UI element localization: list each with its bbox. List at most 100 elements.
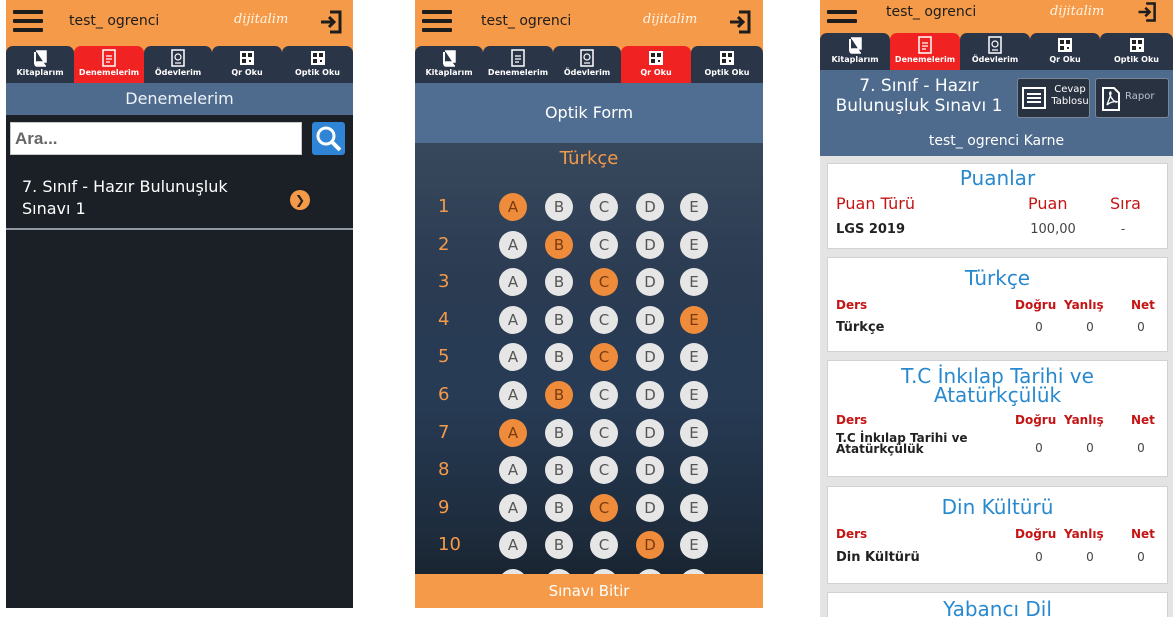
answer-bubble-c[interactable]: C: [590, 381, 618, 409]
answer-bubble-e[interactable]: E: [680, 418, 708, 447]
answer-bubble-a[interactable]: A: [499, 305, 527, 334]
tab-kitaplarim[interactable]: Kitaplarım: [415, 46, 483, 83]
answer-bubble-e[interactable]: E: [680, 193, 708, 221]
dogru-value: 0: [1035, 320, 1043, 334]
karne-screen: test_ ogrenci dijitalim Kitaplarım Denem…: [820, 0, 1173, 617]
answer-bubble-d[interactable]: D: [636, 193, 664, 221]
answer-bubble-e[interactable]: E: [680, 268, 708, 297]
answer-bubble-d[interactable]: D: [636, 305, 664, 334]
answer-bubble-e[interactable]: E: [680, 493, 708, 522]
optic-icon: [719, 49, 735, 67]
answer-bubble-b[interactable]: B: [545, 381, 573, 409]
answer-bubble-c[interactable]: C: [590, 343, 618, 372]
question-number: 8: [438, 459, 450, 481]
tab-optik-oku[interactable]: Optik Oku: [282, 46, 353, 83]
answer-bubble-e[interactable]: E: [680, 531, 708, 560]
answer-bubble-c[interactable]: C: [590, 193, 618, 221]
tab-label: Ödevlerim: [563, 68, 611, 77]
answer-bubble-c[interactable]: C: [590, 230, 618, 259]
answer-bubble-d[interactable]: D: [636, 343, 664, 372]
logout-icon[interactable]: [1136, 1, 1158, 23]
answer-bubble-c[interactable]: C: [590, 493, 618, 522]
pdf-icon: [1102, 87, 1120, 111]
answer-bubble-d[interactable]: D: [636, 268, 664, 297]
tab-qr-oku[interactable]: Qr Oku: [621, 46, 691, 83]
answer-bubble-d[interactable]: D: [636, 381, 664, 409]
answer-bubble-b[interactable]: B: [545, 418, 573, 447]
net-header: Net: [1131, 298, 1155, 312]
answer-bubble-b[interactable]: B: [545, 230, 573, 259]
answer-bubble-c[interactable]: C: [590, 305, 618, 334]
question-number: 6: [438, 384, 450, 405]
logout-icon[interactable]: [727, 9, 753, 35]
answer-bubble-a[interactable]: A: [499, 531, 527, 560]
answer-bubble-a[interactable]: A: [499, 456, 527, 485]
subject-card-din: Din Kültürü Ders Doğru Yanlış Net Din Kü…: [827, 486, 1168, 584]
tab-denemelerim[interactable]: Denemelerim: [483, 46, 553, 83]
answer-bubble-d[interactable]: D: [636, 230, 664, 259]
tab-denemelerim[interactable]: Denemelerim: [74, 46, 144, 83]
answer-bubble-a[interactable]: A: [499, 493, 527, 522]
tab-denemelerim[interactable]: Denemelerim: [890, 33, 960, 70]
homework-icon: [170, 49, 186, 67]
answer-bubble-d[interactable]: D: [636, 456, 664, 485]
menu-icon[interactable]: [422, 10, 452, 34]
answer-bubble-a[interactable]: A: [499, 381, 527, 409]
answer-bubble-e[interactable]: E: [680, 381, 708, 409]
answer-key-button[interactable]: Cevap Tablosu: [1017, 78, 1090, 118]
question-row: 7 ABCDE: [415, 418, 763, 455]
answer-bubble-d[interactable]: D: [636, 531, 664, 560]
answer-bubble-a[interactable]: A: [499, 230, 527, 259]
score-header: Puan: [1028, 194, 1068, 213]
answer-bubble-e[interactable]: E: [680, 305, 708, 334]
answer-bubble-a[interactable]: A: [499, 193, 527, 221]
answer-bubble-d[interactable]: D: [636, 418, 664, 447]
answer-bubble-b[interactable]: B: [545, 531, 573, 560]
finish-exam-button[interactable]: Sınavı Bitir: [415, 574, 763, 608]
answer-bubble-b[interactable]: B: [545, 343, 573, 372]
tab-qr-oku[interactable]: Qr Oku: [1030, 33, 1100, 70]
chevron-right-icon[interactable]: ❯: [290, 190, 310, 210]
search-input[interactable]: Ara...: [10, 122, 302, 155]
answer-bubble-c[interactable]: C: [590, 268, 618, 297]
tab-label: Qr Oku: [640, 68, 672, 77]
question-number: 9: [438, 496, 450, 518]
answer-bubble-b[interactable]: B: [545, 493, 573, 522]
tab-odevlerim[interactable]: Ödevlerim: [144, 46, 212, 83]
app-header: test_ ogrenci dijitalim: [6, 0, 353, 46]
tab-odevlerim[interactable]: Ödevlerim: [553, 46, 621, 83]
answer-bubble-c[interactable]: C: [590, 531, 618, 560]
answer-bubble-a[interactable]: A: [499, 343, 527, 372]
answer-bubble-b[interactable]: B: [545, 193, 573, 221]
answer-bubble-e[interactable]: E: [680, 230, 708, 259]
answer-bubble-a[interactable]: A: [499, 418, 527, 447]
tab-odevlerim[interactable]: Ödevlerim: [960, 33, 1030, 70]
list-item[interactable]: 7. Sınıf - Hazır Bulunuşluk Sınavı 1 ❯: [6, 170, 353, 230]
tab-kitaplarim[interactable]: Kitaplarım: [6, 46, 74, 83]
tab-kitaplarim[interactable]: Kitaplarım: [820, 33, 890, 70]
answer-bubble-c[interactable]: C: [590, 456, 618, 485]
answer-bubble-c[interactable]: C: [590, 418, 618, 447]
question-number: 5: [438, 346, 450, 368]
qr-icon: [648, 49, 664, 67]
tab-optik-oku[interactable]: Optik Oku: [691, 46, 763, 83]
score-type-header: Puan Türü: [836, 194, 915, 213]
ders-header: Ders: [836, 413, 868, 427]
subject-name: T.C İnkılap Tarihi ve Atatürkçülük: [836, 431, 968, 456]
report-button[interactable]: Rapor: [1095, 78, 1169, 118]
tab-qr-oku[interactable]: Qr Oku: [212, 46, 282, 83]
answer-bubble-b[interactable]: B: [545, 305, 573, 334]
answer-bubble-d[interactable]: D: [636, 493, 664, 522]
answer-bubble-b[interactable]: B: [545, 268, 573, 297]
page-title: Optik Form: [415, 83, 763, 143]
question-number: 2: [438, 233, 450, 255]
brand-logo: dijitalim: [643, 12, 698, 27]
answer-bubble-e[interactable]: E: [680, 456, 708, 485]
answer-bubble-e[interactable]: E: [680, 343, 708, 372]
answer-bubble-a[interactable]: A: [499, 268, 527, 297]
search-button[interactable]: [312, 122, 345, 155]
answer-bubble-b[interactable]: B: [545, 456, 573, 485]
menu-icon[interactable]: [13, 10, 43, 34]
tab-optik-oku[interactable]: Optik Oku: [1100, 33, 1173, 70]
logout-icon[interactable]: [318, 9, 344, 35]
